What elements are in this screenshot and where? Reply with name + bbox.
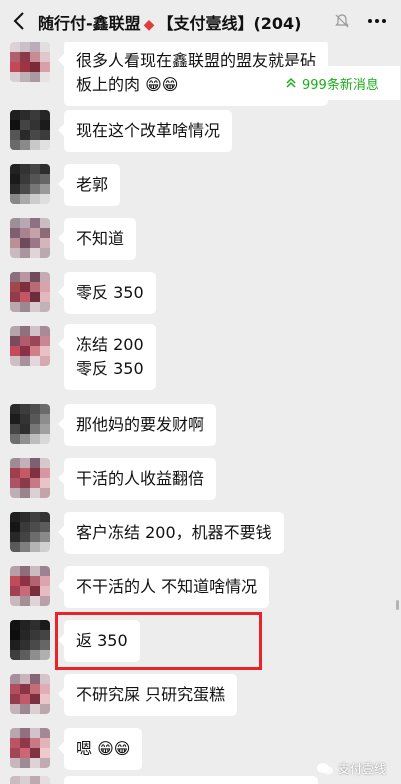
chat-header: 随行付-鑫联盟 ◆ 【支付壹线】(204) <box>0 0 401 42</box>
chat-title: 随行付-鑫联盟 ◆ 【支付壹线】(204) <box>38 10 338 34</box>
message-list[interactable]: 很多人看现在鑫联盟的盟友就是砧 板上的肉 😁😁 现在这个改革啥情况 老郭 不知道 <box>0 42 401 784</box>
avatar[interactable] <box>10 110 50 150</box>
double-chevron-up-icon <box>286 77 296 88</box>
chevron-left-icon <box>13 12 24 30</box>
avatar[interactable] <box>10 458 50 498</box>
more-dot <box>375 19 379 23</box>
message-bubble: 零反 350 <box>58 272 156 314</box>
highlight-box <box>55 612 262 670</box>
scrollbar-thumb[interactable] <box>396 600 399 610</box>
message-bubble: 嗯 😁😁 <box>57 728 143 770</box>
watermark-label: 支付壹线 <box>338 762 387 776</box>
avatar[interactable] <box>10 326 50 366</box>
more-dot <box>382 19 386 23</box>
chat-title-group: 【支付壹线】(204) <box>157 14 302 33</box>
new-messages-button[interactable]: 999条新消息 <box>272 66 400 100</box>
more-button[interactable] <box>360 10 394 32</box>
message-bubble: 不研究屎 只研究蛋糕 <box>57 674 238 716</box>
avatar[interactable] <box>10 620 50 660</box>
message-bubble: 老郭 <box>57 164 121 206</box>
avatar[interactable] <box>10 404 50 444</box>
avatar[interactable] <box>10 218 50 258</box>
watermark: 支付壹线 <box>316 760 386 777</box>
avatar[interactable] <box>10 674 50 714</box>
avatar[interactable] <box>10 776 50 784</box>
message-bubble: 冻结 200 零反 350 <box>58 324 156 390</box>
message-bubble: 不知道 <box>57 218 137 260</box>
message-bubble: 客户冻结 200，机器不要钱 <box>58 512 284 554</box>
avatar[interactable] <box>10 42 50 82</box>
avatar[interactable] <box>10 512 50 552</box>
avatar[interactable] <box>10 272 50 312</box>
back-button[interactable] <box>6 8 32 34</box>
avatar[interactable] <box>10 566 50 606</box>
message-bubble: 不干活的人 不知道啥情况 <box>57 566 270 608</box>
diamond-icon: ◆ <box>143 17 155 33</box>
wechat-icon <box>317 762 333 774</box>
message-bubble-partial <box>64 776 318 784</box>
message-bubble: 干活的人收益翻倍 <box>57 458 217 500</box>
message-bubble: 现在这个改革啥情况 <box>57 110 233 152</box>
avatar[interactable] <box>10 164 50 204</box>
message-bubble: 那他妈的要发财啊 <box>57 404 217 446</box>
new-messages-label: 999条新消息 <box>302 77 379 93</box>
mute-bell-icon <box>335 14 349 28</box>
avatar[interactable] <box>10 728 50 768</box>
chat-title-name: 随行付-鑫联盟 <box>38 14 141 33</box>
more-dot <box>368 19 372 23</box>
